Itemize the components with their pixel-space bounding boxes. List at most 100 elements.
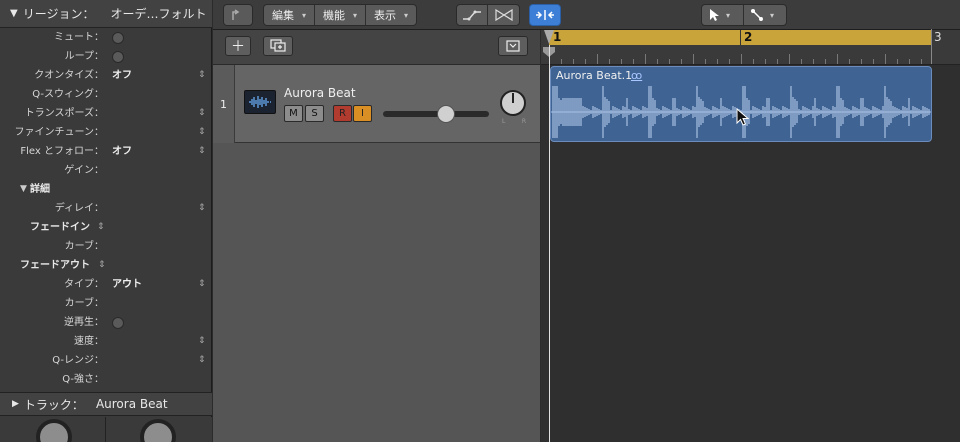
fadeout-label: フェードアウト bbox=[20, 260, 90, 271]
stepper-icon[interactable]: ⇕ bbox=[198, 123, 206, 142]
chevron-down-icon: ▾ bbox=[404, 10, 409, 20]
audio-region[interactable]: Aurora Beat.1 ꝏ bbox=[550, 66, 932, 142]
global-tracks-button[interactable] bbox=[498, 36, 528, 56]
region-inspector-header[interactable]: ▼ リージョン： オーデ…フォルト bbox=[0, 0, 212, 28]
param-finetune[interactable]: ファインチューン： ⇕ bbox=[0, 123, 212, 142]
loop-checkbox[interactable] bbox=[112, 51, 124, 63]
stepper-icon[interactable]: ⇕ bbox=[198, 332, 206, 351]
ruler-tick bbox=[609, 59, 610, 64]
volume-fader-thumb[interactable] bbox=[437, 105, 455, 123]
ruler-tick bbox=[669, 59, 670, 64]
quantize-value[interactable]: オフ bbox=[112, 66, 132, 85]
param-fadein[interactable]: フェードイン ⇕ bbox=[0, 218, 212, 237]
disclosure-triangle-icon[interactable]: ▼ bbox=[10, 8, 18, 19]
bar-number-2: 2 bbox=[744, 30, 753, 44]
disclosure-triangle-icon[interactable]: ▼ bbox=[20, 180, 27, 199]
ruler-tick bbox=[813, 59, 814, 64]
function-menu[interactable]: 機能 ▾ bbox=[315, 5, 367, 25]
param-curve-in[interactable]: カーブ： bbox=[0, 237, 212, 256]
param-gain[interactable]: ゲイン： bbox=[0, 161, 212, 180]
add-track-button[interactable]: ＋ bbox=[225, 36, 251, 56]
volume-fader-track[interactable] bbox=[383, 111, 489, 117]
catch-playhead-button[interactable] bbox=[223, 4, 253, 26]
stepper-icon[interactable]: ⇕ bbox=[198, 199, 206, 218]
menu-group: 編集 ▾ 機能 ▾ 表示 ▾ bbox=[263, 4, 418, 26]
record-enable-button[interactable]: R bbox=[333, 105, 352, 122]
disclosure-triangle-icon[interactable]: ▶ bbox=[12, 399, 19, 409]
stepper-icon[interactable]: ⇕ bbox=[97, 218, 105, 237]
stepper-icon[interactable]: ⇕ bbox=[198, 142, 206, 161]
chevron-box-icon bbox=[506, 40, 520, 52]
stepper-icon[interactable]: ⇕ bbox=[198, 66, 206, 85]
track-inspector-header[interactable]: ▶ トラック： Aurora Beat bbox=[0, 392, 212, 416]
tracks-area[interactable]: 1 2 3 Aurora Beat.1 ꝏ bbox=[541, 29, 960, 442]
mute-button[interactable]: M bbox=[284, 105, 303, 122]
ruler-tick bbox=[693, 54, 694, 64]
region-inspector-value: オーデ…フォルト bbox=[110, 7, 207, 21]
param-qstrength[interactable]: Q-強さ： bbox=[0, 370, 212, 389]
track-header[interactable]: 1 Aurora Beat M S R I L R bbox=[213, 65, 540, 143]
ruler-tick bbox=[621, 59, 622, 64]
automation-flex-group bbox=[456, 4, 520, 26]
param-qswing[interactable]: Q-スウィング： bbox=[0, 85, 212, 104]
tool-group: ▾ ▾ bbox=[701, 4, 787, 26]
secondary-tool-menu[interactable]: ▾ bbox=[744, 5, 786, 25]
details-section[interactable]: ▼ 詳細 bbox=[0, 180, 212, 199]
ruler-tick bbox=[585, 59, 586, 64]
marquee-tool-icon bbox=[751, 9, 764, 21]
param-label: ファインチューン： bbox=[14, 127, 105, 138]
chevron-down-icon: ▾ bbox=[353, 10, 358, 20]
edit-menu[interactable]: 編集 ▾ bbox=[264, 5, 316, 25]
region-link-icon[interactable]: ꝏ bbox=[631, 69, 642, 82]
track-name[interactable]: Aurora Beat bbox=[284, 86, 356, 100]
flex-button[interactable] bbox=[488, 5, 519, 25]
ruler-tick bbox=[777, 59, 778, 64]
pointer-tool-menu[interactable]: ▾ bbox=[702, 5, 745, 25]
stepper-icon[interactable]: ⇕ bbox=[198, 351, 206, 370]
param-transpose[interactable]: トランスポーズ： ⇕ bbox=[0, 104, 212, 123]
playhead-marker[interactable] bbox=[544, 30, 554, 44]
chevron-down-icon: ▾ bbox=[770, 10, 775, 20]
param-delay[interactable]: ディレイ： ⇕ bbox=[0, 199, 212, 218]
type-value[interactable]: アウト bbox=[112, 275, 142, 294]
param-flex[interactable]: Flex とフォロー： オフ ⇕ bbox=[0, 142, 212, 161]
stepper-icon[interactable]: ⇕ bbox=[98, 256, 106, 275]
fadein-label: フェードイン bbox=[30, 222, 90, 233]
ruler-tick bbox=[801, 59, 802, 64]
pan-knob[interactable] bbox=[500, 90, 526, 116]
param-curve-out[interactable]: カーブ： bbox=[0, 294, 212, 313]
mute-checkbox[interactable] bbox=[112, 32, 124, 44]
stepper-icon[interactable]: ⇕ bbox=[198, 104, 206, 123]
param-type[interactable]: タイプ： アウト ⇕ bbox=[0, 275, 212, 294]
waveform-icon[interactable] bbox=[244, 90, 276, 114]
bar-tick bbox=[931, 29, 932, 64]
param-label: Flex とフォロー： bbox=[20, 146, 104, 157]
ruler-tick bbox=[681, 59, 682, 64]
param-label: ミュート： bbox=[54, 32, 104, 43]
ruler-tick bbox=[885, 54, 886, 64]
automation-button[interactable] bbox=[457, 5, 489, 25]
reverse-checkbox[interactable] bbox=[112, 317, 124, 329]
ruler[interactable]: 1 2 3 bbox=[541, 29, 960, 65]
duplicate-track-button[interactable] bbox=[263, 36, 293, 56]
param-speed[interactable]: 速度： ⇕ bbox=[0, 332, 212, 351]
main-toolbar: 編集 ▾ 機能 ▾ 表示 ▾ ▾ ▾ bbox=[213, 0, 960, 30]
knob-right[interactable] bbox=[140, 419, 176, 442]
automation-icon bbox=[463, 10, 481, 21]
snap-button[interactable] bbox=[529, 4, 561, 26]
ruler-tick bbox=[741, 54, 742, 64]
catch-icon bbox=[232, 9, 240, 20]
flex-value[interactable]: オフ bbox=[112, 142, 132, 161]
view-menu[interactable]: 表示 ▾ bbox=[366, 5, 416, 25]
param-quantize[interactable]: クオンタイズ： オフ ⇕ bbox=[0, 66, 212, 85]
cycle-region[interactable]: 1 2 bbox=[549, 30, 931, 45]
solo-button[interactable]: S bbox=[305, 105, 324, 122]
input-monitor-button[interactable]: I bbox=[353, 105, 372, 122]
param-fadeout[interactable]: フェードアウト ⇕ bbox=[0, 256, 212, 275]
param-qrange[interactable]: Q-レンジ： ⇕ bbox=[0, 351, 212, 370]
param-label: カーブ： bbox=[64, 298, 104, 309]
details-label: 詳細 bbox=[30, 184, 50, 195]
knob-left[interactable] bbox=[36, 419, 72, 442]
stepper-icon[interactable]: ⇕ bbox=[198, 275, 206, 294]
chevron-down-icon: ▾ bbox=[302, 10, 307, 20]
